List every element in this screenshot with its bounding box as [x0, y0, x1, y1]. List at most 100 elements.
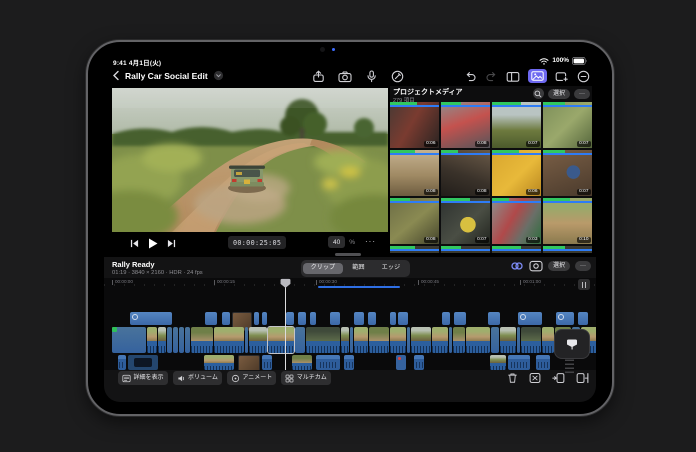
- storyline-clip[interactable]: [354, 327, 368, 353]
- storyline-clip[interactable]: [147, 327, 157, 353]
- title-clip[interactable]: [368, 312, 376, 325]
- undo-icon[interactable]: [464, 70, 477, 83]
- connected-clip[interactable]: [262, 355, 272, 370]
- connected-clip[interactable]: [536, 355, 550, 370]
- tab-edge[interactable]: エッジ: [374, 263, 409, 275]
- timeline-select-button[interactable]: 選択: [548, 261, 570, 271]
- storyline-clip[interactable]: [390, 327, 406, 353]
- connected-clip[interactable]: [396, 355, 406, 370]
- title-clip[interactable]: [442, 312, 450, 325]
- storyline-clip[interactable]: [517, 327, 520, 353]
- storyline-clip[interactable]: [341, 327, 349, 353]
- media-thumbnail[interactable]: 0:07: [441, 198, 490, 244]
- media-thumbnail[interactable]: [390, 246, 439, 253]
- add-clip-icon[interactable]: [555, 70, 569, 83]
- camera-icon[interactable]: [338, 70, 352, 83]
- storyline-clip[interactable]: [112, 327, 146, 353]
- viewer-more-button[interactable]: ···: [365, 240, 376, 244]
- media-thumbnail[interactable]: 0:07: [492, 102, 541, 148]
- media-thumbnail[interactable]: 0:08: [390, 150, 439, 196]
- connected-clip[interactable]: [316, 355, 340, 370]
- play-icon[interactable]: [148, 238, 158, 249]
- media-thumbnail[interactable]: 0:07: [543, 102, 592, 148]
- storyline-clip[interactable]: [268, 327, 294, 353]
- import-icon[interactable]: [312, 70, 325, 83]
- blade-icon[interactable]: [529, 372, 541, 384]
- media-browser-button[interactable]: [528, 69, 547, 83]
- title-clip[interactable]: [454, 312, 466, 325]
- title-clip[interactable]: [556, 312, 574, 325]
- multicam-button[interactable]: マルチカム: [281, 371, 331, 385]
- timecode-display[interactable]: 00:00:25:05: [228, 236, 286, 249]
- storyline-clip[interactable]: [432, 327, 448, 353]
- viewfinder-camera-icon[interactable]: [529, 260, 543, 272]
- storyline-clip[interactable]: [350, 327, 353, 353]
- storyline-clip[interactable]: [542, 327, 554, 353]
- title-clip[interactable]: [518, 312, 542, 325]
- connected-clip[interactable]: [128, 355, 158, 370]
- storyline-clip[interactable]: [173, 327, 178, 353]
- pencil-circle-icon[interactable]: [391, 70, 404, 83]
- storyline-clip[interactable]: [521, 327, 541, 353]
- connected-clip[interactable]: [344, 355, 354, 370]
- project-menu-chevron-icon[interactable]: [213, 70, 224, 81]
- media-more-button[interactable]: ···: [574, 89, 590, 99]
- media-thumbnail[interactable]: [543, 246, 592, 253]
- connected-clip[interactable]: [204, 355, 234, 370]
- insert-clip-icon[interactable]: [552, 372, 565, 384]
- tab-clip[interactable]: クリップ: [303, 263, 344, 275]
- storyline-clip[interactable]: [191, 327, 213, 353]
- storyline-clip[interactable]: [466, 327, 490, 353]
- storyline-clip[interactable]: [407, 327, 410, 353]
- trash-icon[interactable]: [507, 372, 518, 384]
- media-thumbnail[interactable]: [492, 246, 541, 253]
- storyline-clip[interactable]: [158, 327, 166, 353]
- media-thumbnail[interactable]: 0:08: [441, 102, 490, 148]
- show-details-button[interactable]: 詳細を表示: [118, 371, 168, 385]
- media-thumbnail[interactable]: 0:06: [390, 102, 439, 148]
- storyline-clip[interactable]: [453, 327, 465, 353]
- connected-clip[interactable]: [238, 355, 260, 370]
- storyline-clip[interactable]: [369, 327, 389, 353]
- media-thumbnail[interactable]: 0:08: [441, 150, 490, 196]
- title-clip[interactable]: [578, 312, 588, 325]
- redo-icon[interactable]: [485, 70, 498, 83]
- connected-clip[interactable]: [118, 355, 126, 370]
- skip-forward-icon[interactable]: [167, 239, 176, 248]
- remove-circle-icon[interactable]: [577, 70, 590, 83]
- media-thumbnail[interactable]: 0:08: [390, 198, 439, 244]
- viewer-zoom-value[interactable]: 40: [328, 236, 345, 248]
- playhead-line[interactable]: [285, 279, 286, 370]
- storyline-clip[interactable]: [500, 327, 516, 353]
- storyline-clip[interactable]: [167, 327, 172, 353]
- skip-back-icon[interactable]: [130, 239, 139, 248]
- microphone-icon[interactable]: [365, 70, 378, 83]
- storyline-clip[interactable]: [179, 327, 184, 353]
- media-thumbnail[interactable]: [441, 246, 490, 253]
- title-clip[interactable]: [390, 312, 396, 325]
- title-clip[interactable]: [354, 312, 364, 325]
- connected-clip[interactable]: [490, 355, 506, 370]
- overwrite-clip-icon[interactable]: [576, 372, 589, 384]
- storyline-clip[interactable]: [249, 327, 267, 353]
- media-thumbnail[interactable]: 0:10: [543, 198, 592, 244]
- storyline-clip[interactable]: [245, 327, 248, 353]
- storyline-clip[interactable]: [214, 327, 244, 353]
- title-clip[interactable]: [330, 312, 340, 325]
- title-clip[interactable]: [222, 312, 230, 325]
- connected-clip[interactable]: [292, 355, 312, 370]
- storyline-clip[interactable]: [491, 327, 499, 353]
- storyline-clip[interactable]: [185, 327, 190, 353]
- connected-clip[interactable]: [414, 355, 424, 370]
- timeline-more-button[interactable]: ···: [575, 261, 591, 271]
- storyline-clip[interactable]: [306, 327, 340, 353]
- title-clip[interactable]: [298, 312, 306, 325]
- media-thumbnail[interactable]: 0:07: [543, 150, 592, 196]
- media-thumbnail[interactable]: 0:03: [492, 198, 541, 244]
- media-search-button[interactable]: [533, 88, 544, 99]
- animate-button[interactable]: アニメート: [227, 371, 276, 385]
- title-clip[interactable]: [398, 312, 408, 325]
- playhead-pin[interactable]: [280, 278, 291, 290]
- title-clip[interactable]: [130, 312, 172, 325]
- title-clip[interactable]: [205, 312, 217, 325]
